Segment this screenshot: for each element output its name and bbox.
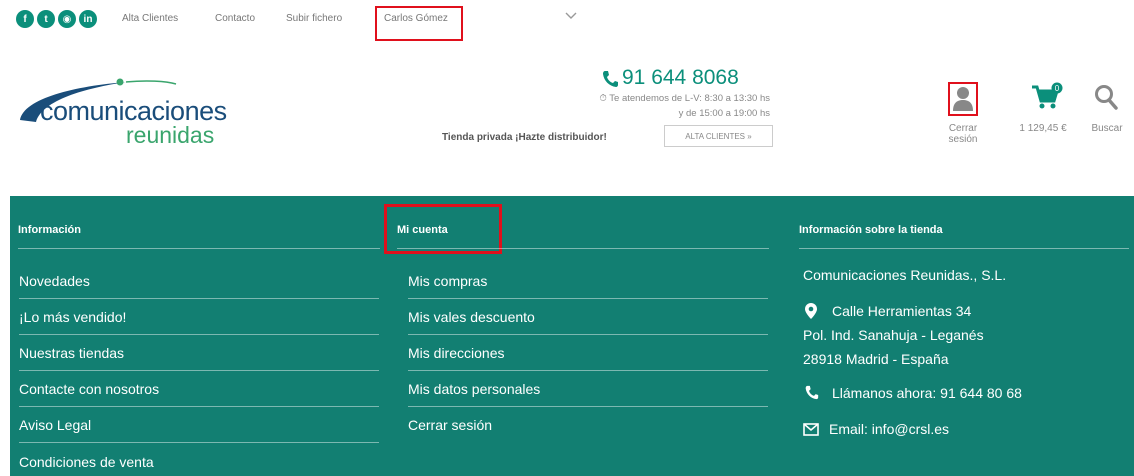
link-contacte[interactable]: Contacte con nosotros bbox=[19, 381, 159, 397]
divider bbox=[19, 298, 379, 299]
divider bbox=[19, 334, 379, 335]
footer-phone[interactable]: Llámanos ahora: 91 644 80 68 bbox=[832, 385, 1022, 401]
address-street: Calle Herramientas 34 bbox=[832, 303, 972, 319]
private-store-text: Tienda privada ¡Hazte distribuidor! bbox=[442, 132, 607, 143]
opening-hours-line1: ⏱ Te atendemos de L-V: 8:30 a 13:30 hs bbox=[599, 93, 770, 104]
subir-fichero-link[interactable]: Subir fichero bbox=[286, 13, 342, 24]
logout-label[interactable]: Cerrar sesión bbox=[940, 123, 986, 145]
link-nuestras-tiendas[interactable]: Nuestras tiendas bbox=[19, 345, 124, 361]
link-mis-direcciones[interactable]: Mis direcciones bbox=[408, 345, 504, 361]
phone-icon bbox=[805, 385, 819, 400]
logo[interactable]: comunicaciones reunidas bbox=[16, 78, 246, 158]
link-mis-compras[interactable]: Mis compras bbox=[408, 273, 487, 289]
search-icon[interactable] bbox=[1094, 84, 1118, 110]
social-links: f t ◉ in bbox=[16, 10, 97, 28]
col1-heading: Información bbox=[18, 224, 81, 236]
top-bar: f t ◉ in Alta Clientes Contacto Subir fi… bbox=[0, 0, 1134, 42]
cart-total[interactable]: 1 129,45 € bbox=[1008, 123, 1078, 134]
link-aviso-legal[interactable]: Aviso Legal bbox=[19, 417, 91, 433]
link-mis-datos[interactable]: Mis datos personales bbox=[408, 381, 540, 397]
linkedin-icon[interactable]: in bbox=[79, 10, 97, 28]
divider bbox=[408, 370, 768, 371]
user-account-icon[interactable] bbox=[951, 85, 975, 113]
footer-email[interactable]: Email: info@crsl.es bbox=[829, 421, 949, 437]
col2-divider bbox=[397, 248, 769, 249]
col3-divider bbox=[799, 248, 1129, 249]
divider bbox=[408, 334, 768, 335]
divider bbox=[408, 406, 768, 407]
divider bbox=[19, 442, 379, 443]
link-lo-mas-vendido[interactable]: ¡Lo más vendido! bbox=[19, 309, 126, 325]
cart-count-badge: 0 bbox=[1055, 84, 1060, 93]
instagram-icon[interactable]: ◉ bbox=[58, 10, 76, 28]
chevron-down-icon[interactable] bbox=[564, 8, 578, 22]
user-name-link[interactable]: Carlos Gómez bbox=[384, 13, 448, 24]
twitter-icon[interactable]: t bbox=[37, 10, 55, 28]
search-label[interactable]: Buscar bbox=[1084, 123, 1130, 134]
alta-clientes-button[interactable]: ALTA CLIENTES » bbox=[664, 125, 773, 147]
email-icon bbox=[803, 423, 819, 436]
map-marker-icon bbox=[805, 303, 817, 319]
header-phone[interactable]: 91 644 8068 bbox=[622, 66, 739, 90]
col2-heading: Mi cuenta bbox=[397, 224, 448, 236]
link-novedades[interactable]: Novedades bbox=[19, 273, 90, 289]
cart-icon[interactable]: 0 bbox=[1031, 82, 1063, 112]
company-name: Comunicaciones Reunidas., S.L. bbox=[803, 267, 1007, 283]
logo-text-sub: reunidas bbox=[126, 122, 215, 148]
divider bbox=[19, 370, 379, 371]
col1-divider bbox=[18, 248, 380, 249]
phone-icon bbox=[603, 71, 618, 87]
address-city: 28918 Madrid - España bbox=[803, 351, 949, 367]
footer: Información Novedades ¡Lo más vendido! N… bbox=[10, 196, 1134, 476]
divider bbox=[408, 298, 768, 299]
alta-clientes-link[interactable]: Alta Clientes bbox=[122, 13, 178, 24]
facebook-icon[interactable]: f bbox=[16, 10, 34, 28]
divider bbox=[19, 406, 379, 407]
link-condiciones-venta[interactable]: Condiciones de venta bbox=[19, 454, 154, 470]
hours-text-1: Te atendemos de L-V: 8:30 a 13:30 hs bbox=[609, 93, 770, 104]
opening-hours-line2: y de 15:00 a 19:00 hs bbox=[678, 108, 770, 119]
address-area: Pol. Ind. Sanahuja - Leganés bbox=[803, 327, 984, 343]
col3-heading: Información sobre la tienda bbox=[799, 224, 943, 236]
link-cerrar-sesion[interactable]: Cerrar sesión bbox=[408, 417, 492, 433]
contacto-link[interactable]: Contacto bbox=[215, 13, 255, 24]
link-mis-vales[interactable]: Mis vales descuento bbox=[408, 309, 535, 325]
